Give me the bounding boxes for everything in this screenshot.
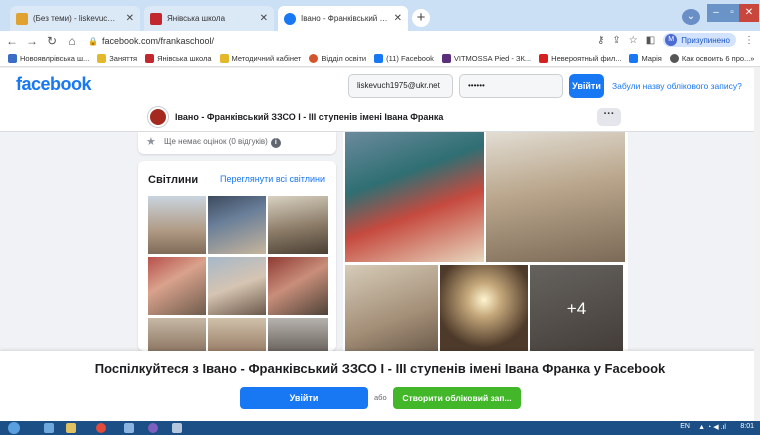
rating-text: Ще немає оцінок (0 відгуків) [164, 137, 268, 146]
photo-thumbnail[interactable] [148, 318, 206, 351]
photo-thumbnail[interactable] [148, 257, 206, 315]
rating-card: ★ Ще немає оцінок (0 відгуків) i [138, 132, 336, 154]
browser-tab-strip: (Без теми) - liskevuch1975@uk ✕ Янівська… [0, 0, 760, 31]
facebook-header: facebook liskevuch1975@ukr.net •••••• Ув… [0, 68, 760, 104]
forgot-account-link[interactable]: Забули назву облікового запису? [612, 81, 742, 91]
avatar: M [665, 34, 678, 46]
profile-button[interactable]: M Призупинено [663, 33, 736, 47]
bookmark-item[interactable]: Відділ освіти [309, 54, 366, 63]
password-field[interactable]: •••••• [459, 74, 563, 98]
bookmark-item[interactable]: VITMOSSA Pied - ЗК... [441, 54, 531, 63]
overlay-title: Поспілкуйтеся з Івано - Франківський ЗЗС… [94, 361, 666, 376]
close-tab-icon[interactable]: ✕ [394, 13, 402, 24]
email-field[interactable]: liskevuch1975@ukr.net [348, 74, 453, 98]
photo-thumbnail[interactable] [268, 257, 328, 315]
login-button[interactable]: Увійти [569, 74, 604, 98]
bookmark-item[interactable]: Заняття [97, 54, 137, 63]
photo-thumbnail[interactable] [268, 196, 328, 254]
scrollbar[interactable] [754, 68, 760, 421]
tab-gmail[interactable]: (Без теми) - liskevuch1975@uk ✕ [10, 6, 140, 31]
tab-yanivska[interactable]: Янівська школа ✕ [144, 6, 274, 31]
bookmark-icon [145, 54, 155, 63]
tab-search-button[interactable]: ⌄ [682, 9, 700, 25]
facebook-logo[interactable]: facebook [16, 74, 92, 95]
menu-icon[interactable]: ⋮ [744, 35, 754, 46]
photo-thumbnail[interactable] [208, 318, 266, 351]
bookmark-item[interactable]: Невероятный фил... [539, 54, 621, 63]
language-indicator[interactable]: EN [680, 423, 690, 430]
photo-thumbnail[interactable] [208, 257, 266, 315]
site-icon [150, 12, 162, 25]
sidebar-icon[interactable]: ◧ [646, 35, 655, 46]
page-title[interactable]: Івано - Франківський ЗЗСО І - ІІІ ступен… [175, 112, 443, 122]
feed-photo[interactable] [440, 265, 528, 352]
create-account-button[interactable]: Створити обліковий зап... [393, 387, 521, 409]
taskbar-app-icon[interactable] [44, 423, 54, 433]
profile-status: Призупинено [681, 35, 730, 45]
minimize-button[interactable]: – [707, 4, 725, 22]
page-avatar[interactable] [148, 107, 168, 127]
bookmark-item[interactable]: Методичний кабінет [219, 54, 301, 63]
back-icon[interactable]: ← [4, 34, 20, 48]
address-bar: ← → ↻ ⌂ 🔒 facebook.com/frankaschool/ ⚷ ⇪… [0, 31, 760, 51]
photo-thumbnail[interactable] [208, 196, 266, 254]
bookmark-icon [441, 54, 451, 63]
feed-photo[interactable] [486, 132, 625, 262]
info-icon[interactable]: i [270, 138, 281, 148]
bookmarks-bar: Новоявлрівська ш... Заняття Янівська шко… [0, 51, 760, 67]
facebook-icon [374, 54, 384, 63]
or-label: або [374, 393, 387, 402]
chrome-icon[interactable] [96, 423, 106, 433]
bookmark-item[interactable]: Марія [629, 54, 662, 63]
maximize-button[interactable]: ▫ [725, 4, 739, 22]
clock[interactable]: 8:01 [740, 423, 754, 430]
tray-icons[interactable]: ▲ ◔ ◀ .ıl [698, 423, 726, 431]
taskbar-app-icon[interactable] [124, 423, 134, 433]
lock-icon[interactable]: 🔒 [88, 37, 98, 46]
new-tab-button[interactable]: + [412, 9, 430, 27]
close-window-button[interactable]: ✕ [739, 4, 759, 22]
facebook-icon [284, 12, 296, 25]
bookmark-item[interactable]: Как освоить 6 про... [669, 54, 750, 63]
bookmark-item[interactable]: Янівська школа [145, 54, 212, 63]
bookmarks-more-button[interactable]: » [750, 54, 754, 63]
taskbar: EN ▲ ◔ ◀ .ıl 8:01 [0, 421, 760, 435]
mail-icon [16, 12, 28, 25]
close-tab-icon[interactable]: ✕ [260, 13, 268, 24]
key-icon[interactable]: ⚷ [597, 35, 604, 46]
more-photos-overlay[interactable]: +4 [530, 265, 623, 352]
page-header: Івано - Франківський ЗЗСО І - ІІІ ступен… [0, 104, 760, 132]
reload-icon[interactable]: ↻ [44, 34, 60, 48]
url-field[interactable]: facebook.com/frankaschool/ [102, 36, 214, 46]
star-icon[interactable]: ☆ [629, 35, 638, 46]
more-options-button[interactable]: ··· [597, 108, 621, 126]
forward-icon[interactable]: → [24, 34, 40, 48]
bookmark-item[interactable]: Новоявлрівська ш... [8, 54, 89, 63]
tab-facebook-active[interactable]: Івано - Франківський ЗЗСО І - ІІ ✕ [278, 6, 408, 31]
bookmark-icon [309, 54, 319, 63]
photo-thumbnail[interactable] [148, 196, 206, 254]
taskbar-app-icon[interactable] [172, 423, 182, 433]
photos-title: Світлини [148, 174, 199, 186]
home-icon[interactable]: ⌂ [64, 34, 80, 48]
youtube-icon [539, 54, 549, 63]
see-all-photos-link[interactable]: Переглянути всі світлини [220, 174, 325, 184]
overlay-login-button[interactable]: Увійти [240, 387, 368, 409]
login-overlay: Поспілкуйтеся з Івано - Франківський ЗЗС… [0, 351, 760, 421]
bookmark-icon [219, 54, 229, 63]
share-icon[interactable]: ⇪ [612, 35, 620, 46]
star-icon: ★ [146, 136, 156, 148]
folder-icon[interactable] [66, 423, 76, 433]
bookmark-icon [97, 54, 107, 63]
bookmark-item[interactable]: (11) Facebook [374, 54, 434, 63]
feed-photo[interactable] [345, 265, 438, 352]
bookmark-icon [669, 54, 679, 63]
photo-thumbnail[interactable] [268, 318, 328, 351]
close-tab-icon[interactable]: ✕ [126, 13, 134, 24]
start-icon[interactable] [8, 422, 20, 434]
bookmark-icon [8, 54, 17, 63]
facebook-icon [629, 54, 639, 63]
feed-photo[interactable] [345, 132, 484, 262]
taskbar-app-icon[interactable] [148, 423, 158, 433]
